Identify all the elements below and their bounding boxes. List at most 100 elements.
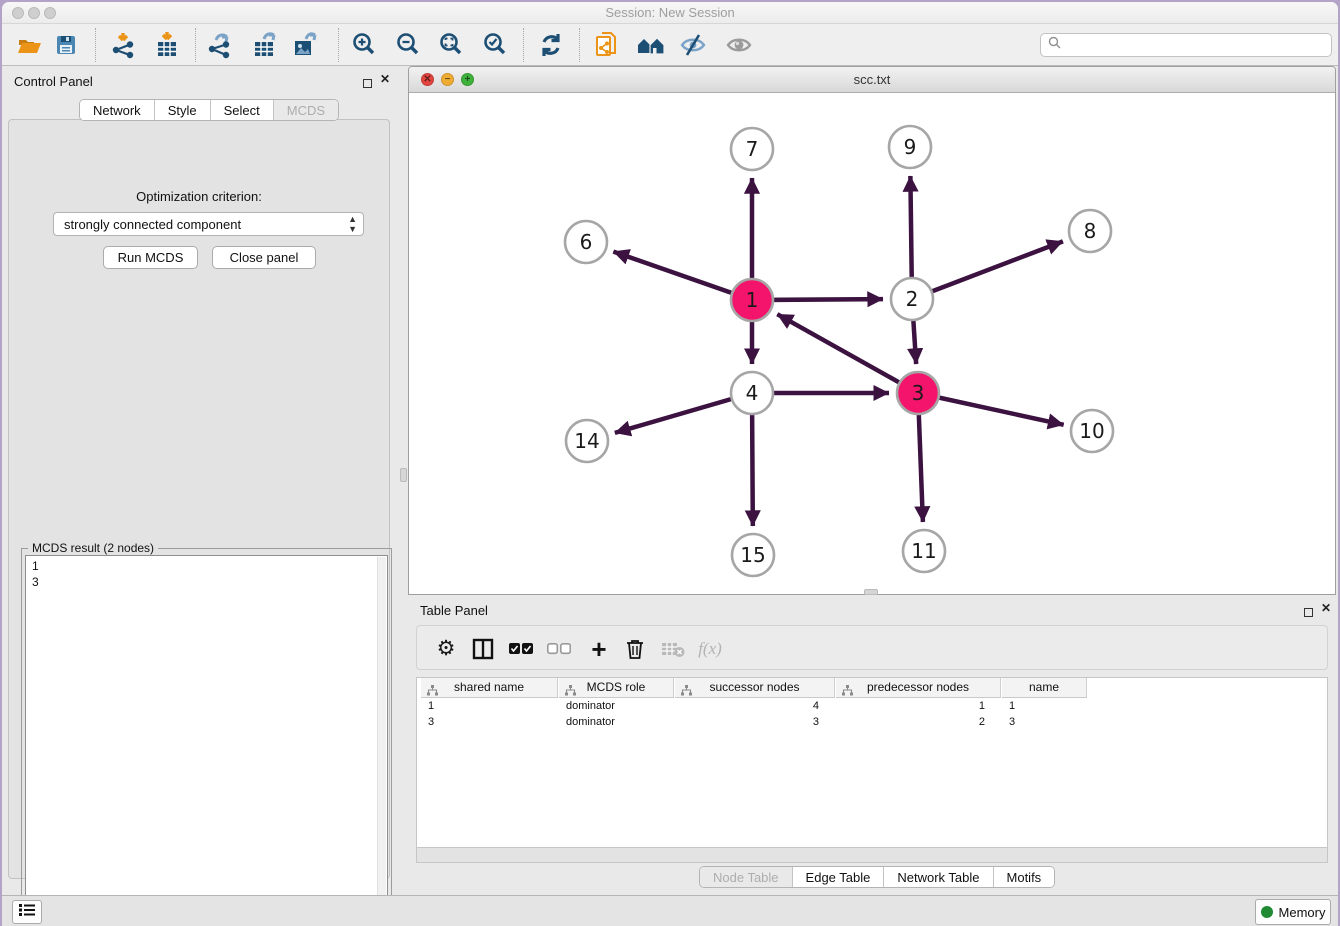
network-canvas[interactable]: 7968124314101511 bbox=[409, 93, 1335, 595]
table-panel-title: Table Panel bbox=[420, 603, 488, 618]
toolbar-separator bbox=[195, 28, 196, 62]
columns-icon[interactable] bbox=[469, 635, 497, 663]
chevron-updown-icon: ▲▼ bbox=[348, 214, 357, 234]
copy-network-icon[interactable] bbox=[592, 30, 622, 60]
import-network-icon[interactable] bbox=[109, 30, 139, 60]
delete-icon[interactable] bbox=[621, 635, 649, 663]
show-task-history-button[interactable] bbox=[12, 900, 42, 924]
optimization-criterion-select[interactable]: strongly connected component ▲▼ bbox=[53, 212, 364, 236]
toolbar-separator bbox=[95, 28, 96, 62]
tab-node-table[interactable]: Node Table bbox=[700, 867, 793, 888]
mcds-result-title: MCDS result (2 nodes) bbox=[28, 541, 158, 555]
column-header-MCDS-role[interactable]: MCDS role bbox=[559, 678, 674, 698]
show-all-icon[interactable] bbox=[724, 30, 754, 60]
first-neighbors-icon[interactable] bbox=[636, 30, 666, 60]
table-cell[interactable]: 1 bbox=[1002, 699, 1087, 715]
table-row[interactable]: 1dominator411 bbox=[417, 699, 1328, 715]
table-cell[interactable]: 3 bbox=[1002, 715, 1087, 731]
splitter-handle[interactable] bbox=[400, 468, 407, 482]
graph-node-label: 7 bbox=[746, 137, 759, 161]
close-panel-icon[interactable]: ✕ bbox=[1321, 601, 1331, 615]
graph-node-label: 2 bbox=[906, 287, 919, 311]
column-header-label: predecessor nodes bbox=[867, 680, 969, 694]
deselect-all-icon[interactable] bbox=[545, 635, 573, 663]
gear-icon[interactable]: ⚙ bbox=[432, 635, 460, 663]
export-image-icon[interactable] bbox=[290, 30, 320, 60]
graph-node-label: 11 bbox=[911, 539, 936, 563]
close-panel-button[interactable]: Close panel bbox=[212, 246, 316, 269]
table-cell[interactable]: 2 bbox=[836, 715, 1001, 731]
tab-select[interactable]: Select bbox=[211, 100, 274, 121]
table-row[interactable]: 3dominator323 bbox=[417, 715, 1328, 731]
table-cell[interactable]: dominator bbox=[559, 699, 674, 715]
window-title: Session: New Session bbox=[2, 5, 1338, 20]
column-header-shared-name[interactable]: shared name bbox=[421, 678, 558, 698]
import-table-icon[interactable] bbox=[152, 30, 182, 60]
zoom-in-icon[interactable] bbox=[349, 30, 379, 60]
graph-node-label: 8 bbox=[1084, 219, 1097, 243]
table-cell[interactable]: 3 bbox=[421, 715, 558, 731]
save-session-icon[interactable] bbox=[51, 30, 81, 60]
tab-edge-table[interactable]: Edge Table bbox=[793, 867, 885, 888]
graph-node-label: 1 bbox=[746, 288, 759, 312]
optimization-criterion-value: strongly connected component bbox=[64, 217, 241, 232]
main-toolbar bbox=[2, 24, 1338, 66]
open-session-icon[interactable] bbox=[14, 30, 44, 60]
graph-edge-2-8[interactable] bbox=[912, 241, 1063, 299]
memory-status-icon bbox=[1261, 906, 1273, 918]
float-panel-icon[interactable] bbox=[363, 75, 372, 93]
graph-edge-3-1[interactable] bbox=[777, 314, 918, 393]
float-panel-icon[interactable] bbox=[1304, 604, 1313, 622]
control-panel-title: Control Panel bbox=[14, 74, 93, 89]
column-header-name[interactable]: name bbox=[1002, 678, 1087, 698]
graph-node-label: 3 bbox=[912, 381, 925, 405]
search-field[interactable] bbox=[1040, 33, 1332, 57]
scrollbar[interactable] bbox=[377, 557, 386, 924]
graph-edge-3-10[interactable] bbox=[918, 393, 1064, 425]
add-column-icon[interactable]: + bbox=[585, 635, 613, 663]
tab-network[interactable]: Network bbox=[80, 100, 155, 121]
run-mcds-button[interactable]: Run MCDS bbox=[103, 246, 198, 269]
mcds-result-fieldset: MCDS result (2 nodes) 13 bbox=[21, 548, 392, 926]
zoom-selected-icon[interactable] bbox=[480, 30, 510, 60]
table-cell[interactable]: 4 bbox=[675, 699, 835, 715]
memory-button[interactable]: Memory bbox=[1255, 899, 1331, 925]
column-header-predecessor-nodes[interactable]: predecessor nodes bbox=[836, 678, 1001, 698]
graph-node-label: 4 bbox=[746, 381, 759, 405]
table-cell[interactable]: 1 bbox=[421, 699, 558, 715]
splitter-handle[interactable] bbox=[864, 589, 878, 595]
tab-motifs[interactable]: Motifs bbox=[994, 867, 1055, 888]
list-icon bbox=[19, 903, 35, 922]
network-graph[interactable]: 7968124314101511 bbox=[409, 93, 1335, 595]
table-toolbar: ⚙ + f(x) bbox=[416, 625, 1328, 670]
tab-mcds[interactable]: MCDS bbox=[274, 100, 338, 121]
graph-node-label: 6 bbox=[580, 230, 593, 254]
table-scrollbar[interactable] bbox=[416, 847, 1328, 863]
table-cell[interactable]: dominator bbox=[559, 715, 674, 731]
table-cell[interactable]: 1 bbox=[836, 699, 1001, 715]
export-table-icon[interactable] bbox=[250, 30, 280, 60]
toolbar-separator bbox=[338, 28, 339, 62]
mcds-tab-panel: Optimization criterion: strongly connect… bbox=[8, 119, 390, 879]
mcds-result-text[interactable]: 13 bbox=[25, 555, 388, 926]
table-cell[interactable]: 3 bbox=[675, 715, 835, 731]
tab-style[interactable]: Style bbox=[155, 100, 211, 121]
column-header-label: successor nodes bbox=[709, 680, 799, 694]
column-header-successor-nodes[interactable]: successor nodes bbox=[675, 678, 835, 698]
refresh-icon[interactable] bbox=[536, 30, 566, 60]
node-table: shared nameMCDS role successor nodes prede… bbox=[416, 677, 1328, 847]
hide-selected-icon[interactable] bbox=[678, 30, 708, 60]
toolbar-separator bbox=[523, 28, 524, 62]
export-network-icon[interactable] bbox=[205, 30, 235, 60]
network-window-titlebar[interactable]: ✕ − + scc.txt bbox=[409, 67, 1335, 93]
graph-node-label: 14 bbox=[574, 429, 599, 453]
search-input[interactable] bbox=[1065, 36, 1331, 54]
zoom-fit-icon[interactable] bbox=[436, 30, 466, 60]
close-panel-icon[interactable]: ✕ bbox=[380, 72, 390, 86]
select-all-icon[interactable] bbox=[507, 635, 535, 663]
tab-network-table[interactable]: Network Table bbox=[884, 867, 993, 888]
delete-table-icon[interactable] bbox=[659, 635, 687, 663]
zoom-out-icon[interactable] bbox=[393, 30, 423, 60]
table-panel: Table Panel ✕ ⚙ + f(x) shared nameMCDS r… bbox=[408, 597, 1336, 890]
memory-label: Memory bbox=[1279, 905, 1326, 920]
